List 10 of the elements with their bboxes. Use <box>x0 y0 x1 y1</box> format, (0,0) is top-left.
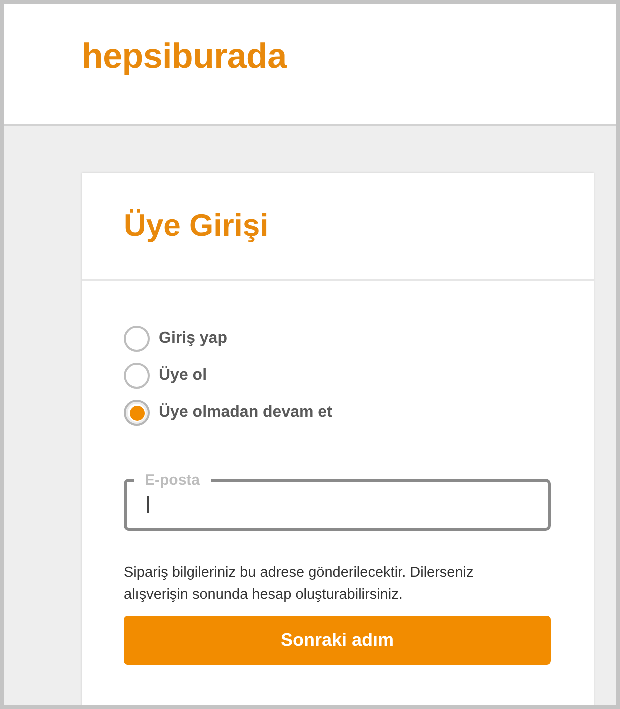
option-label[interactable]: Giriş yap <box>159 330 228 348</box>
option-label[interactable]: Üye ol <box>159 367 208 385</box>
radio-button[interactable] <box>124 400 150 426</box>
option-label[interactable]: Üye olmadan devam et <box>159 404 332 422</box>
text-cursor-icon <box>147 496 148 513</box>
info-text: Sipariş bilgileriniz bu adrese gönderilecektir. Dilerseniz alışverişin sonunda hesap oluşturabilirsiniz. <box>124 564 475 605</box>
card-title: Üye Girişi <box>124 208 269 244</box>
field-label: E-posta <box>144 472 202 489</box>
radio-button[interactable] <box>124 326 150 352</box>
radio-button[interactable] <box>124 363 150 389</box>
